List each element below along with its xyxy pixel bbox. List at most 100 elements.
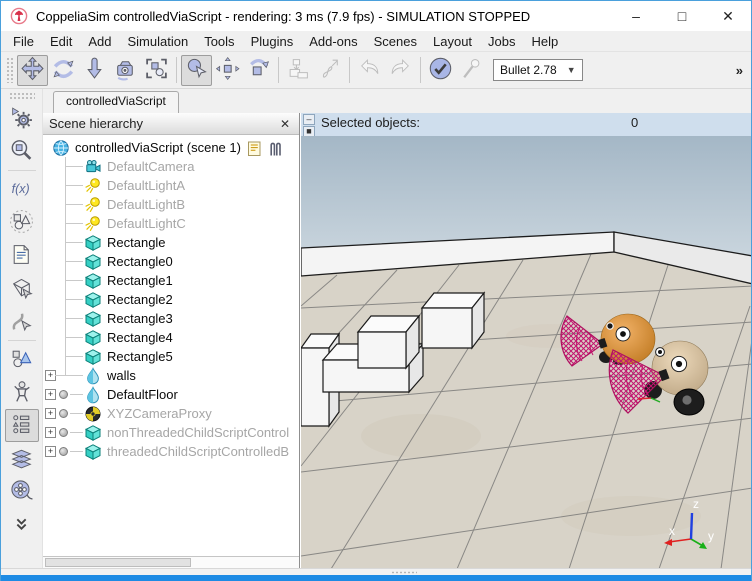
title-bar[interactable]: CoppeliaSim controlledViaScript - render…	[1, 1, 751, 31]
camera-pan-button[interactable]	[17, 54, 48, 86]
box-rectangle-mid[interactable]	[356, 314, 421, 370]
tree-item-walls[interactable]: + walls	[43, 366, 299, 385]
object-shift-button[interactable]	[212, 55, 243, 86]
toggle-dynamics-button[interactable]	[425, 55, 456, 86]
selection-tools-button[interactable]	[5, 343, 39, 376]
menu-file[interactable]: File	[5, 32, 42, 51]
tree-item-root[interactable]: controlledViaScript (scene 1)	[43, 138, 299, 157]
menu-help[interactable]: Help	[524, 32, 567, 51]
tree-item-rectangle1[interactable]: Rectangle1	[43, 271, 299, 290]
calculation-modules-button[interactable]: f(x)	[5, 173, 39, 206]
tree-item-defaultcamera[interactable]: DefaultCamera	[43, 157, 299, 176]
assemble-button[interactable]	[283, 55, 314, 86]
tree-item-rectangle4[interactable]: Rectangle4	[43, 328, 299, 347]
script-indicator-icon[interactable]	[59, 409, 68, 418]
tab-controlledviascript[interactable]: controlledViaScript	[53, 91, 179, 113]
tree-item-rectangle0[interactable]: Rectangle0	[43, 252, 299, 271]
expand-icon[interactable]: +	[45, 427, 56, 438]
maximize-button[interactable]: □	[659, 1, 705, 31]
tree-item-threadedchildscriptcontrolledb[interactable]: + threadedChildScriptControlledB	[43, 442, 299, 461]
transfer-dna-button[interactable]	[314, 55, 345, 86]
expand-icon[interactable]: +	[45, 446, 56, 457]
hierarchy-header: Scene hierarchy ✕	[43, 113, 299, 135]
sidebar-drag-handle[interactable]	[8, 92, 35, 100]
menu-addons[interactable]: Add-ons	[301, 32, 365, 51]
tree-item-rectangle[interactable]: Rectangle	[43, 233, 299, 252]
axis-label-z: z	[693, 497, 699, 511]
tree-item-label: Rectangle4	[107, 330, 173, 345]
shape-edit-mode-button[interactable]	[5, 272, 39, 305]
object-rotate-button[interactable]	[243, 55, 274, 86]
tree-item-label: DefaultCamera	[107, 159, 195, 174]
hscrollbar-thumb[interactable]	[45, 558, 191, 567]
minimize-button[interactable]: –	[613, 1, 659, 31]
toolbar-drag-handle[interactable]	[6, 57, 14, 83]
close-button[interactable]: ✕	[705, 1, 751, 31]
page-selector-button[interactable]	[5, 442, 39, 475]
camera-angle-button[interactable]	[110, 55, 141, 86]
expand-icon[interactable]: +	[45, 408, 56, 419]
camera-rotate-button[interactable]	[48, 55, 79, 86]
menu-plugins[interactable]: Plugins	[243, 32, 302, 51]
scene-script-icon[interactable]	[246, 140, 262, 156]
path-cursor-icon	[9, 308, 34, 336]
box-rectangle-back[interactable]	[420, 291, 486, 350]
tree-dash	[65, 318, 83, 319]
wheel-front	[673, 388, 705, 416]
path-edit-mode-button[interactable]	[5, 305, 39, 338]
physics-engine-dropdown[interactable]: Bullet 2.78 ▼	[493, 59, 583, 81]
tree-item-rectangle3[interactable]: Rectangle3	[43, 309, 299, 328]
shape-icon	[84, 366, 102, 385]
hierarchy-close-icon[interactable]: ✕	[277, 117, 293, 131]
scripts-button[interactable]	[5, 239, 39, 272]
menu-scenes[interactable]: Scenes	[366, 32, 425, 51]
script-indicator-icon[interactable]	[59, 428, 68, 437]
fit-to-view-button[interactable]	[141, 55, 172, 86]
menu-tools[interactable]: Tools	[196, 32, 242, 51]
tree-item-rectangle2[interactable]: Rectangle2	[43, 290, 299, 309]
tree-item-defaultfloor[interactable]: + DefaultFloor	[43, 385, 299, 404]
3d-scene[interactable]: x y z	[301, 136, 751, 568]
proxy-icon	[84, 405, 102, 423]
scene-object-properties-button[interactable]	[5, 135, 39, 168]
simulation-settings-button[interactable]	[5, 102, 39, 135]
cube-icon	[84, 253, 102, 271]
video-recorder-button[interactable]	[5, 475, 39, 508]
scene-config-icon[interactable]	[267, 140, 283, 156]
chevron-down-icon: ▼	[566, 65, 576, 75]
tree-item-defaultlightb[interactable]: DefaultLightB	[43, 195, 299, 214]
tree-item-defaultlighta[interactable]: DefaultLightA	[43, 176, 299, 195]
script-indicator-icon[interactable]	[59, 447, 68, 456]
menu-add[interactable]: Add	[80, 32, 119, 51]
redo-button[interactable]	[385, 55, 416, 86]
toolbar-overflow-button[interactable]: »	[736, 63, 743, 78]
tree-item-label: walls	[107, 368, 136, 383]
tree-item-defaultlightc[interactable]: DefaultLightC	[43, 214, 299, 233]
tree-item-nonthreadedchildscriptcontrol[interactable]: + nonThreadedChildScriptControl	[43, 423, 299, 442]
undo-button[interactable]	[354, 55, 385, 86]
model-browser-button[interactable]	[5, 376, 39, 409]
tree-item-rectangle5[interactable]: Rectangle5	[43, 347, 299, 366]
3d-viewport[interactable]: – ■ Selected objects: 0 x y z	[301, 113, 751, 568]
camera-zoom-button[interactable]	[79, 55, 110, 86]
tree-item-xyzcameraproxy[interactable]: + XYZCameraProxy	[43, 404, 299, 423]
menu-simulation[interactable]: Simulation	[120, 32, 197, 51]
info-collapse-button[interactable]: –	[303, 114, 315, 125]
menu-jobs[interactable]: Jobs	[480, 32, 523, 51]
script-indicator-icon[interactable]	[59, 390, 68, 399]
more-buttons-button[interactable]	[5, 508, 39, 541]
status-resize-handle[interactable]	[391, 571, 417, 574]
tree-item-label: Rectangle	[107, 235, 166, 250]
tree-dash	[70, 413, 83, 414]
transfer-dna-icon	[317, 56, 342, 84]
tree-dash	[70, 451, 83, 452]
bubblerob-orange[interactable]	[560, 313, 656, 367]
expand-icon[interactable]: +	[45, 389, 56, 400]
visualize-dynamics-button[interactable]	[456, 55, 487, 86]
collections-button[interactable]	[5, 206, 39, 239]
select-button[interactable]	[181, 54, 212, 86]
menu-layout[interactable]: Layout	[425, 32, 480, 51]
scene-hierarchy-button[interactable]	[4, 409, 39, 442]
menu-edit[interactable]: Edit	[42, 32, 80, 51]
hierarchy-hscrollbar[interactable]	[43, 556, 299, 568]
